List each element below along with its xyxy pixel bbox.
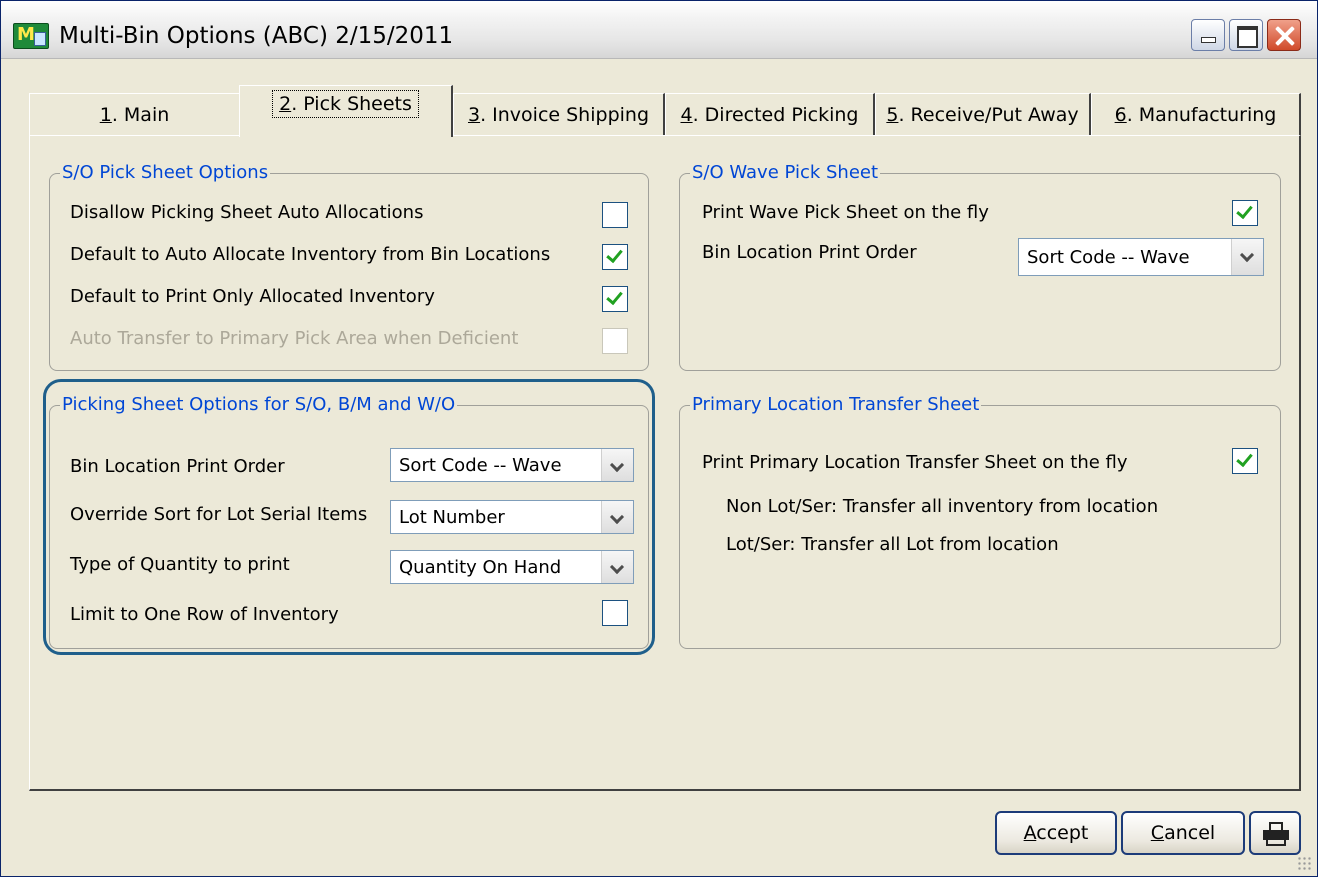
- auto-allocate-bin-label: Default to Auto Allocate Inventory from …: [70, 244, 551, 265]
- override-sort-label: Override Sort for Lot Serial Items: [70, 504, 368, 525]
- check-icon: [1236, 449, 1253, 468]
- primary-location-transfer-group: Primary Location Transfer Sheet Print Pr…: [679, 394, 1281, 649]
- wave-bin-location-print-order-select[interactable]: Sort Code -- Wave: [1018, 238, 1264, 276]
- chevron-down-icon[interactable]: [1231, 239, 1263, 275]
- print-wave-pick-sheet-checkbox[interactable]: [1232, 200, 1258, 226]
- chevron-down-icon[interactable]: [601, 551, 633, 583]
- maximize-button[interactable]: [1229, 19, 1263, 51]
- print-button[interactable]: [1249, 811, 1301, 855]
- resize-grip-icon[interactable]: [1297, 856, 1311, 870]
- group-title: Primary Location Transfer Sheet: [690, 394, 982, 415]
- minimize-button[interactable]: [1191, 19, 1225, 51]
- bin-location-print-order-label: Bin Location Print Order: [70, 456, 285, 477]
- tab-main[interactable]: 1. Main: [29, 93, 241, 135]
- cancel-button[interactable]: Cancel: [1121, 811, 1245, 855]
- group-title: S/O Pick Sheet Options: [60, 162, 271, 183]
- auto-allocate-bin-checkbox[interactable]: [602, 244, 628, 270]
- check-icon: [1236, 201, 1253, 220]
- quantity-type-select[interactable]: Quantity On Hand: [390, 550, 634, 584]
- close-button[interactable]: [1267, 19, 1301, 51]
- print-only-allocated-checkbox[interactable]: [602, 286, 628, 312]
- accept-button[interactable]: Accept: [995, 811, 1117, 855]
- tab-directed-picking[interactable]: 4. Directed Picking: [665, 93, 875, 135]
- so-wave-pick-sheet-group: S/O Wave Pick Sheet Print Wave Pick Shee…: [679, 162, 1281, 371]
- app-icon: M: [13, 23, 49, 49]
- limit-one-row-label: Limit to One Row of Inventory: [70, 604, 339, 625]
- auto-transfer-primary-checkbox: [602, 328, 628, 354]
- chevron-down-icon[interactable]: [601, 449, 633, 481]
- quantity-type-label: Type of Quantity to print: [70, 554, 290, 575]
- printer-icon: [1263, 822, 1289, 846]
- non-lot-ser-note: Non Lot/Ser: Transfer all inventory from…: [726, 496, 1159, 517]
- title-bar[interactable]: M Multi-Bin Options (ABC) 2/15/2011: [1, 1, 1317, 59]
- window-title: Multi-Bin Options (ABC) 2/15/2011: [59, 23, 454, 49]
- print-only-allocated-label: Default to Print Only Allocated Inventor…: [70, 286, 435, 307]
- print-transfer-sheet-checkbox[interactable]: [1232, 448, 1258, 474]
- print-wave-pick-sheet-label: Print Wave Pick Sheet on the fly: [702, 202, 989, 223]
- wave-bin-location-print-order-label: Bin Location Print Order: [702, 242, 917, 263]
- lot-ser-note: Lot/Ser: Transfer all Lot from location: [726, 534, 1059, 555]
- multi-bin-options-window: M Multi-Bin Options (ABC) 2/15/2011 1. M…: [0, 0, 1318, 877]
- group-title: S/O Wave Pick Sheet: [690, 162, 881, 183]
- tab-receive-put-away[interactable]: 5. Receive/Put Away: [875, 93, 1091, 135]
- limit-one-row-checkbox[interactable]: [602, 600, 628, 626]
- override-sort-select[interactable]: Lot Number: [390, 500, 634, 534]
- check-icon: [606, 287, 623, 306]
- chevron-down-icon[interactable]: [601, 501, 633, 533]
- tab-invoice-shipping[interactable]: 3. Invoice Shipping: [453, 93, 665, 135]
- disallow-auto-allocations-label: Disallow Picking Sheet Auto Allocations: [70, 202, 424, 223]
- picking-sheet-options-group: Picking Sheet Options for S/O, B/M and W…: [49, 394, 649, 649]
- group-title: Picking Sheet Options for S/O, B/M and W…: [60, 394, 458, 415]
- tab-manufacturing[interactable]: 6. Manufacturing: [1091, 93, 1301, 135]
- disallow-auto-allocations-checkbox[interactable]: [602, 202, 628, 228]
- so-pick-sheet-options-group: S/O Pick Sheet Options Disallow Picking …: [49, 162, 649, 371]
- print-transfer-sheet-label: Print Primary Location Transfer Sheet on…: [702, 452, 1128, 473]
- bin-location-print-order-select[interactable]: Sort Code -- Wave: [390, 448, 634, 482]
- check-icon: [606, 245, 623, 264]
- tab-pick-sheets[interactable]: 2. Pick Sheets: [239, 85, 453, 137]
- auto-transfer-primary-label: Auto Transfer to Primary Pick Area when …: [70, 328, 519, 349]
